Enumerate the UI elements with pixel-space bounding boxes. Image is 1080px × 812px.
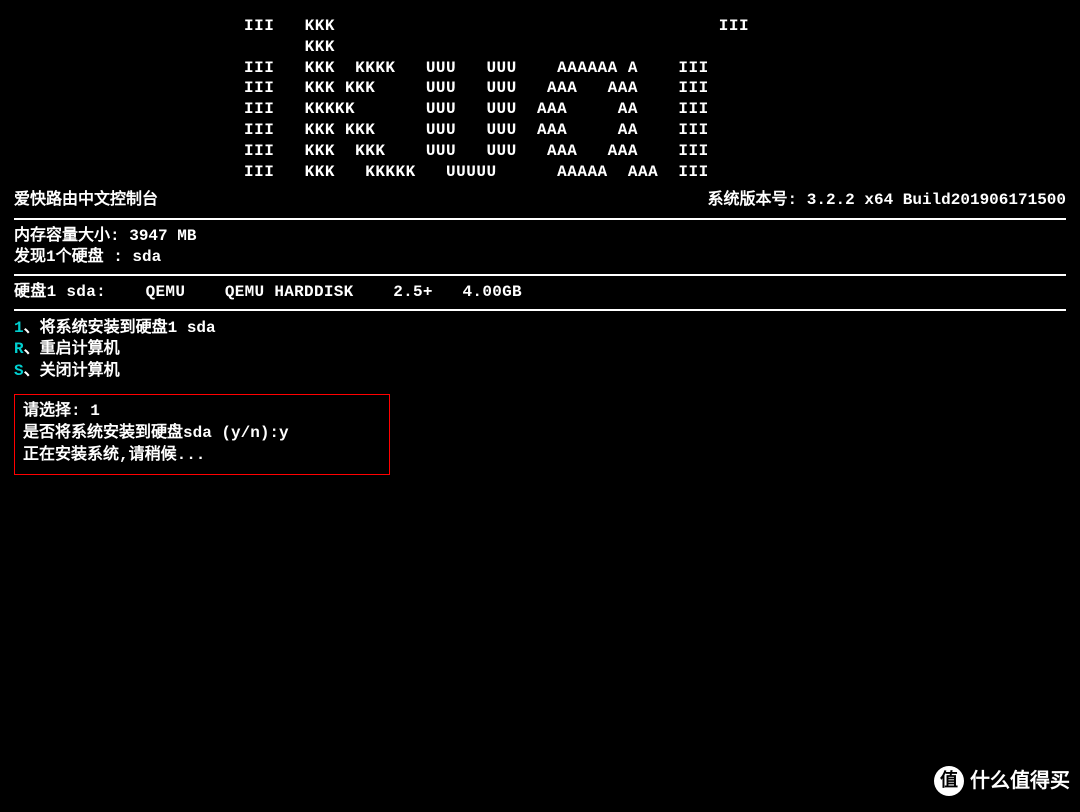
- prompt-select-value: 1: [90, 402, 100, 420]
- menu-sep: 、: [24, 362, 40, 380]
- watermark-badge-icon: 值: [934, 766, 964, 796]
- terminal-screen: III KKK III KKK III KKK KKKK UUU UUU AAA…: [0, 0, 1080, 483]
- disk-found-value: sda: [132, 248, 161, 266]
- menu-sep: 、: [24, 319, 40, 337]
- menu-label: 将系统安装到硬盘1 sda: [40, 319, 216, 337]
- menu: 1、将系统安装到硬盘1 sda R、重启计算机 S、关闭计算机: [14, 314, 1066, 387]
- memory-label: 内存容量大小:: [14, 227, 120, 245]
- divider: [14, 309, 1066, 311]
- menu-item-shutdown[interactable]: S、关闭计算机: [14, 361, 1066, 383]
- version-info: 系统版本号: 3.2.2 x64 Build201906171500: [708, 190, 1066, 211]
- version-value: 3.2.2 x64 Build201906171500: [807, 191, 1066, 209]
- prompt-select-label: 请选择:: [23, 402, 81, 420]
- menu-label: 关闭计算机: [40, 362, 120, 380]
- menu-key: R: [14, 340, 24, 358]
- header-line: 爱快路由中文控制台 系统版本号: 3.2.2 x64 Build20190617…: [14, 188, 1066, 215]
- prompt-confirm-label: 是否将系统安装到硬盘sda (y/n):: [23, 424, 279, 442]
- prompt-confirm-line[interactable]: 是否将系统安装到硬盘sda (y/n):y: [23, 423, 381, 445]
- system-info: 内存容量大小: 3947 MB 发现1个硬盘 : sda: [14, 223, 1066, 271]
- version-label: 系统版本号:: [708, 191, 798, 209]
- prompt-confirm-value: y: [279, 424, 289, 442]
- prompt-select-line[interactable]: 请选择: 1: [23, 401, 381, 423]
- console-title: 爱快路由中文控制台: [14, 190, 158, 211]
- memory-value: 3947 MB: [129, 227, 196, 245]
- disk-vendor: QEMU: [146, 283, 186, 301]
- disk-found-label: 发现1个硬盘 :: [14, 248, 123, 266]
- divider: [14, 218, 1066, 220]
- watermark: 值 什么值得买: [934, 766, 1070, 796]
- disk-found-line: 发现1个硬盘 : sda: [14, 247, 1066, 268]
- menu-sep: 、: [24, 340, 40, 358]
- ascii-logo: III KKK III KKK III KKK KKKK UUU UUU AAA…: [14, 8, 1066, 188]
- menu-item-reboot[interactable]: R、重启计算机: [14, 339, 1066, 361]
- memory-line: 内存容量大小: 3947 MB: [14, 226, 1066, 247]
- disk-size: 4.00GB: [463, 283, 522, 301]
- watermark-text: 什么值得买: [970, 768, 1070, 794]
- menu-key: S: [14, 362, 24, 380]
- installing-text: 正在安装系统,请稍候...: [23, 446, 205, 464]
- disk-model: QEMU HARDDISK: [225, 283, 354, 301]
- menu-item-install[interactable]: 1、将系统安装到硬盘1 sda: [14, 318, 1066, 340]
- disk-rev: 2.5+: [393, 283, 433, 301]
- disk-label: 硬盘1 sda:: [14, 283, 106, 301]
- divider: [14, 274, 1066, 276]
- prompt-installing-line: 正在安装系统,请稍候...: [23, 445, 381, 467]
- disk-details: 硬盘1 sda: QEMU QEMU HARDDISK 2.5+ 4.00GB: [14, 279, 1066, 306]
- menu-label: 重启计算机: [40, 340, 120, 358]
- prompt-highlight-box: 请选择: 1 是否将系统安装到硬盘sda (y/n):y 正在安装系统,请稍候.…: [14, 394, 390, 475]
- menu-key: 1: [14, 319, 24, 337]
